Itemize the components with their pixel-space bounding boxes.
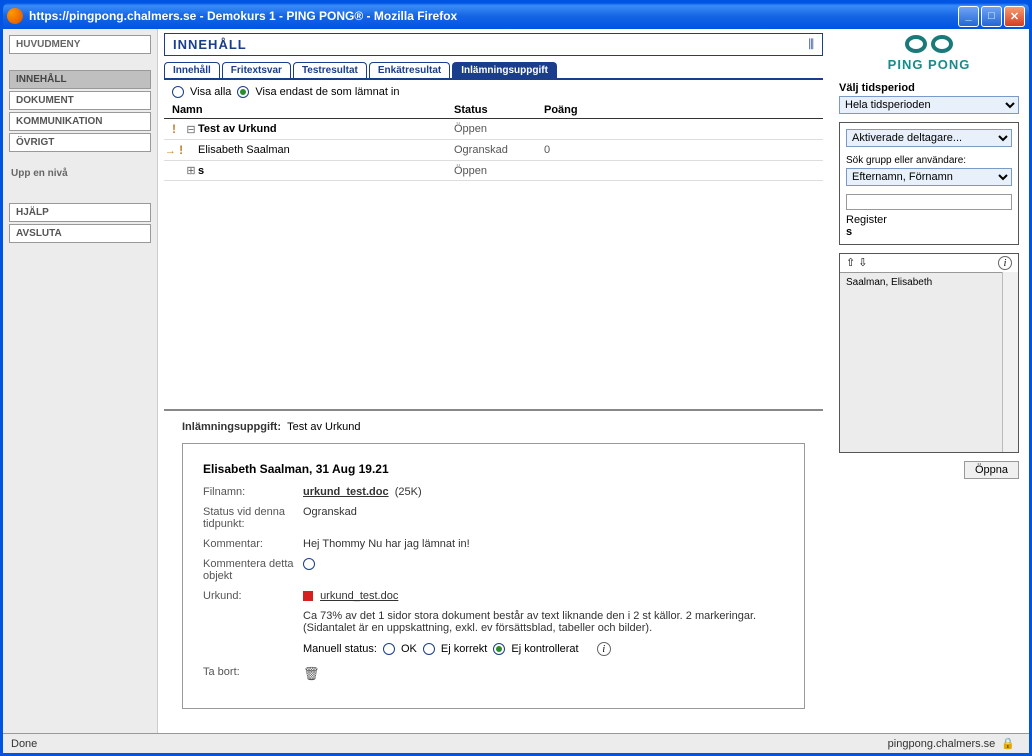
sidebar: HUVUDMENY INNEHÅLL DOKUMENT KOMMUNIKATIO… — [3, 29, 158, 733]
name-select[interactable]: Efternamn, Förnamn — [846, 168, 1012, 186]
comment-value: Hej Thommy Nu har jag lämnat in! — [303, 538, 784, 550]
sidebar-item-innehall[interactable]: INNEHÅLL — [9, 70, 151, 89]
urkund-file-link[interactable]: urkund_test.doc — [320, 590, 398, 602]
tab-inlamning[interactable]: Inlämningsuppgift — [452, 62, 557, 78]
table-row[interactable]: → !Elisabeth SaalmanOgranskad0 — [164, 140, 823, 161]
user-list: ⇧ ⇩ i Saalman, Elisabeth — [839, 253, 1019, 453]
tab-fritextsvar[interactable]: Fritextsvar — [222, 62, 291, 78]
sidebar-item-quit[interactable]: AVSLUTA — [9, 224, 151, 243]
detail-section-label: Inlämningsuppgift: — [182, 421, 281, 433]
urkund-label: Urkund: — [203, 590, 303, 602]
table-row[interactable]: ⊞sÖppen — [164, 161, 823, 181]
lock-icon: 🔒 — [1001, 737, 1015, 750]
sidebar-main-title: HUVUDMENY — [9, 35, 151, 54]
table-row[interactable]: !⊟Test av UrkundÖppen — [164, 119, 823, 140]
register-value: s — [846, 226, 852, 238]
filter-submitted-label: Visa endast de som lämnat in — [255, 86, 399, 98]
stats-icon[interactable]: ⫼ — [808, 37, 814, 52]
sidebar-item-help[interactable]: HJÄLP — [9, 203, 151, 222]
sidebar-up-label[interactable]: Upp en nivå — [9, 164, 151, 183]
minimize-button[interactable]: _ — [958, 6, 979, 27]
tab-enkatresultat[interactable]: Enkätresultat — [369, 62, 450, 78]
statusbar: Done pingpong.chalmers.se 🔒 — [3, 733, 1029, 753]
radio-ej-kontrollerat[interactable] — [493, 643, 505, 655]
detail-section-value: Test av Urkund — [287, 421, 360, 433]
filter-all-label: Visa alla — [190, 86, 231, 98]
status-left: Done — [11, 738, 888, 750]
urkund-text: Ca 73% av det 1 sidor stora dokument bes… — [303, 610, 784, 634]
radio-show-all[interactable] — [172, 86, 184, 98]
detail-panel: Inlämningsuppgift: Test av Urkund Elisab… — [164, 411, 823, 729]
sidebar-item-ovrigt[interactable]: ÖVRIGT — [9, 133, 151, 152]
list-info-icon[interactable]: i — [998, 256, 1012, 270]
logo: PING PONG — [839, 35, 1019, 72]
col-score: Poäng — [544, 104, 604, 116]
status-domain: pingpong.chalmers.se — [888, 738, 996, 750]
info-icon[interactable]: i — [597, 642, 611, 656]
comment-label: Kommentar: — [203, 538, 303, 550]
status-label: Status vid denna tidpunkt: — [203, 506, 303, 530]
trash-icon[interactable]: 🗑 — [303, 666, 320, 681]
radio-ok[interactable] — [383, 643, 395, 655]
period-select[interactable]: Hela tidsperioden — [839, 96, 1019, 114]
open-button[interactable]: Öppna — [964, 461, 1019, 479]
status-value: Ogranskad — [303, 506, 784, 530]
maximize-button[interactable]: □ — [981, 6, 1002, 27]
comment-obj-label: Kommentera detta objekt — [203, 558, 303, 582]
search-input[interactable] — [846, 194, 1012, 210]
list-item[interactable]: Saalman, Elisabeth — [846, 277, 1012, 288]
participants-select[interactable]: Aktiverade deltagare... — [846, 129, 1012, 147]
tabs: Innehåll Fritextsvar Testresultat Enkätr… — [164, 62, 823, 80]
filename-link[interactable]: urkund_test.doc — [303, 486, 389, 498]
close-button[interactable]: ✕ — [1004, 6, 1025, 27]
urkund-status-icon — [303, 591, 313, 601]
search-label: Sök grupp eller användare: — [846, 155, 1012, 166]
manual-status-label: Manuell status: — [303, 643, 377, 655]
page-header: INNEHÅLL ⫼ — [164, 33, 823, 56]
filesize: (25K) — [395, 486, 422, 498]
register-label: Register — [846, 214, 1012, 226]
comment-object-radio[interactable] — [303, 558, 315, 570]
page-title: INNEHÅLL — [173, 37, 247, 52]
col-name: Namn — [164, 104, 454, 116]
tab-testresultat[interactable]: Testresultat — [293, 62, 367, 78]
delete-label: Ta bort: — [203, 666, 303, 682]
radio-show-submitted[interactable] — [237, 86, 249, 98]
right-column: PING PONG Välj tidsperiod Hela tidsperio… — [829, 29, 1029, 733]
detail-heading: Elisabeth Saalman, 31 Aug 19.21 — [203, 462, 784, 476]
filename-label: Filnamn: — [203, 486, 303, 498]
scrollbar[interactable] — [1002, 272, 1018, 452]
sidebar-item-kommunikation[interactable]: KOMMUNIKATION — [9, 112, 151, 131]
window-title: https://pingpong.chalmers.se - Demokurs … — [29, 9, 958, 23]
titlebar: https://pingpong.chalmers.se - Demokurs … — [3, 3, 1029, 29]
sidebar-item-dokument[interactable]: DOKUMENT — [9, 91, 151, 110]
sort-icons[interactable]: ⇧ ⇩ — [846, 256, 868, 270]
col-status: Status — [454, 104, 544, 116]
radio-ej-korrekt[interactable] — [423, 643, 435, 655]
tab-innehall[interactable]: Innehåll — [164, 62, 220, 78]
period-label: Välj tidsperiod — [839, 82, 1019, 94]
firefox-icon — [7, 8, 23, 24]
